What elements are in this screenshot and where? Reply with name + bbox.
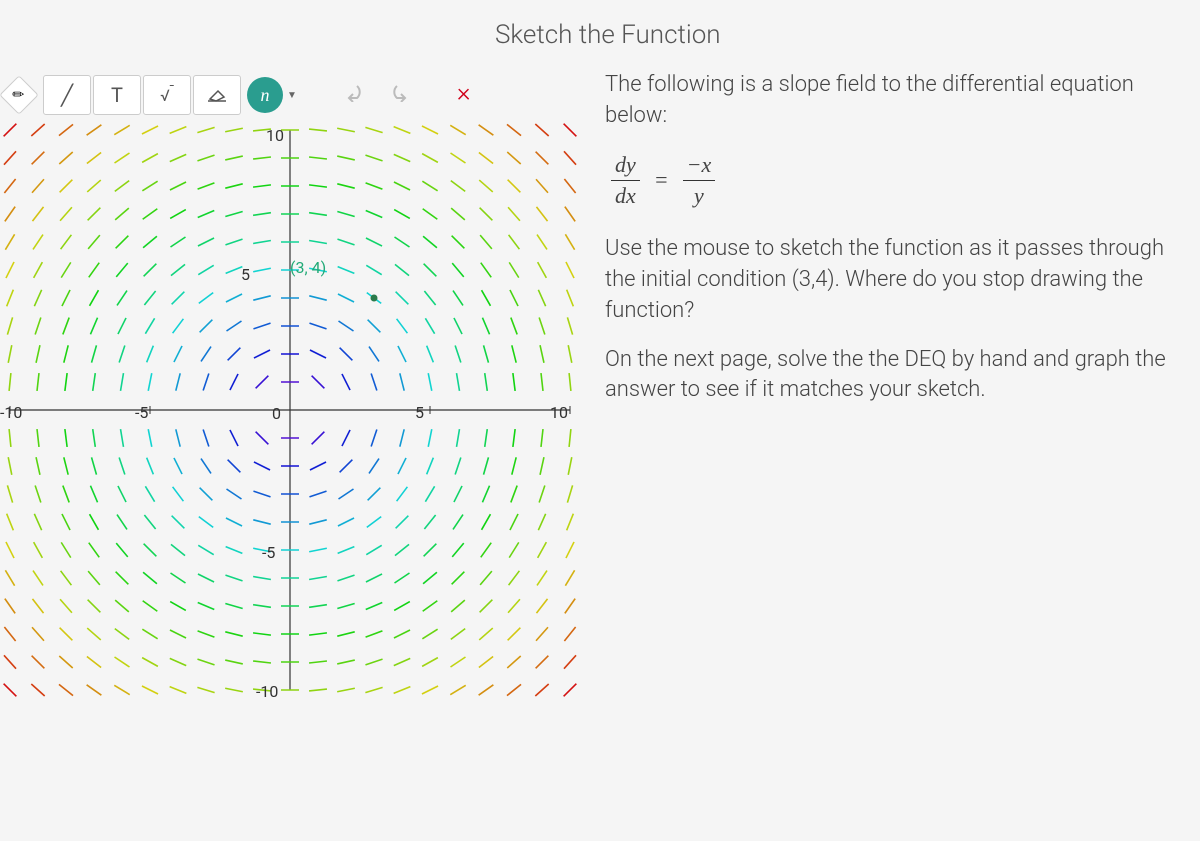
y-axis-neg10: -10 (256, 682, 278, 701)
x-axis-10: 10 (550, 403, 568, 422)
toolbar: ✎ ╱ T √ n ▼ × (5, 75, 471, 115)
followup-text: On the next page, solve the the DEQ by h… (605, 345, 1185, 407)
x-axis-neg10: -10 (0, 403, 22, 422)
sqrt-icon: √ (160, 86, 174, 105)
y-axis-5: 5 (241, 265, 250, 284)
x-axis-neg5: -5 (135, 403, 148, 422)
page-title: Sketch the Function (495, 20, 721, 50)
math-input-button[interactable]: n (247, 77, 283, 113)
eraser-icon (206, 87, 228, 103)
edit-mode-icon[interactable]: ✎ (0, 75, 39, 115)
eraser-tool[interactable] (193, 75, 241, 115)
x-axis-5: 5 (415, 403, 424, 422)
y-axis-10: 10 (266, 126, 284, 145)
slope-field-svg[interactable] (0, 120, 580, 700)
intro-text: The following is a slope field to the di… (605, 70, 1185, 132)
eq-denominator-right: y (690, 181, 708, 212)
close-button[interactable]: × (457, 78, 471, 112)
redo-icon (387, 82, 411, 102)
undo-icon (343, 82, 367, 102)
slope-field-plot[interactable]: 10 5 0 -5 -10 -10 -5 5 10 (3, 4) (0, 120, 580, 700)
dropdown-icon[interactable]: ▼ (287, 90, 297, 101)
eq-numerator-right: −x (683, 150, 716, 182)
origin-label: 0 (272, 404, 281, 423)
differential-equation: dy dx = −x y (605, 150, 1185, 213)
undo-button[interactable] (339, 78, 371, 112)
math-sqrt-tool[interactable]: √ (143, 75, 191, 115)
y-axis-neg5: -5 (262, 543, 275, 562)
instruction-text: Use the mouse to sketch the function as … (605, 234, 1185, 326)
pencil-tool[interactable]: ╱ (43, 75, 91, 115)
text-icon: T (111, 83, 123, 107)
equals-sign: = (654, 165, 669, 196)
instruction-panel: The following is a slope field to the di… (605, 70, 1185, 424)
eq-numerator-left: dy (611, 150, 640, 182)
math-input-icon: n (261, 85, 270, 106)
pencil-icon: ╱ (61, 83, 73, 107)
redo-button[interactable] (383, 78, 415, 112)
initial-condition-label: (3, 4) (290, 258, 326, 277)
eq-denominator-left: dx (611, 181, 640, 212)
text-tool[interactable]: T (93, 75, 141, 115)
